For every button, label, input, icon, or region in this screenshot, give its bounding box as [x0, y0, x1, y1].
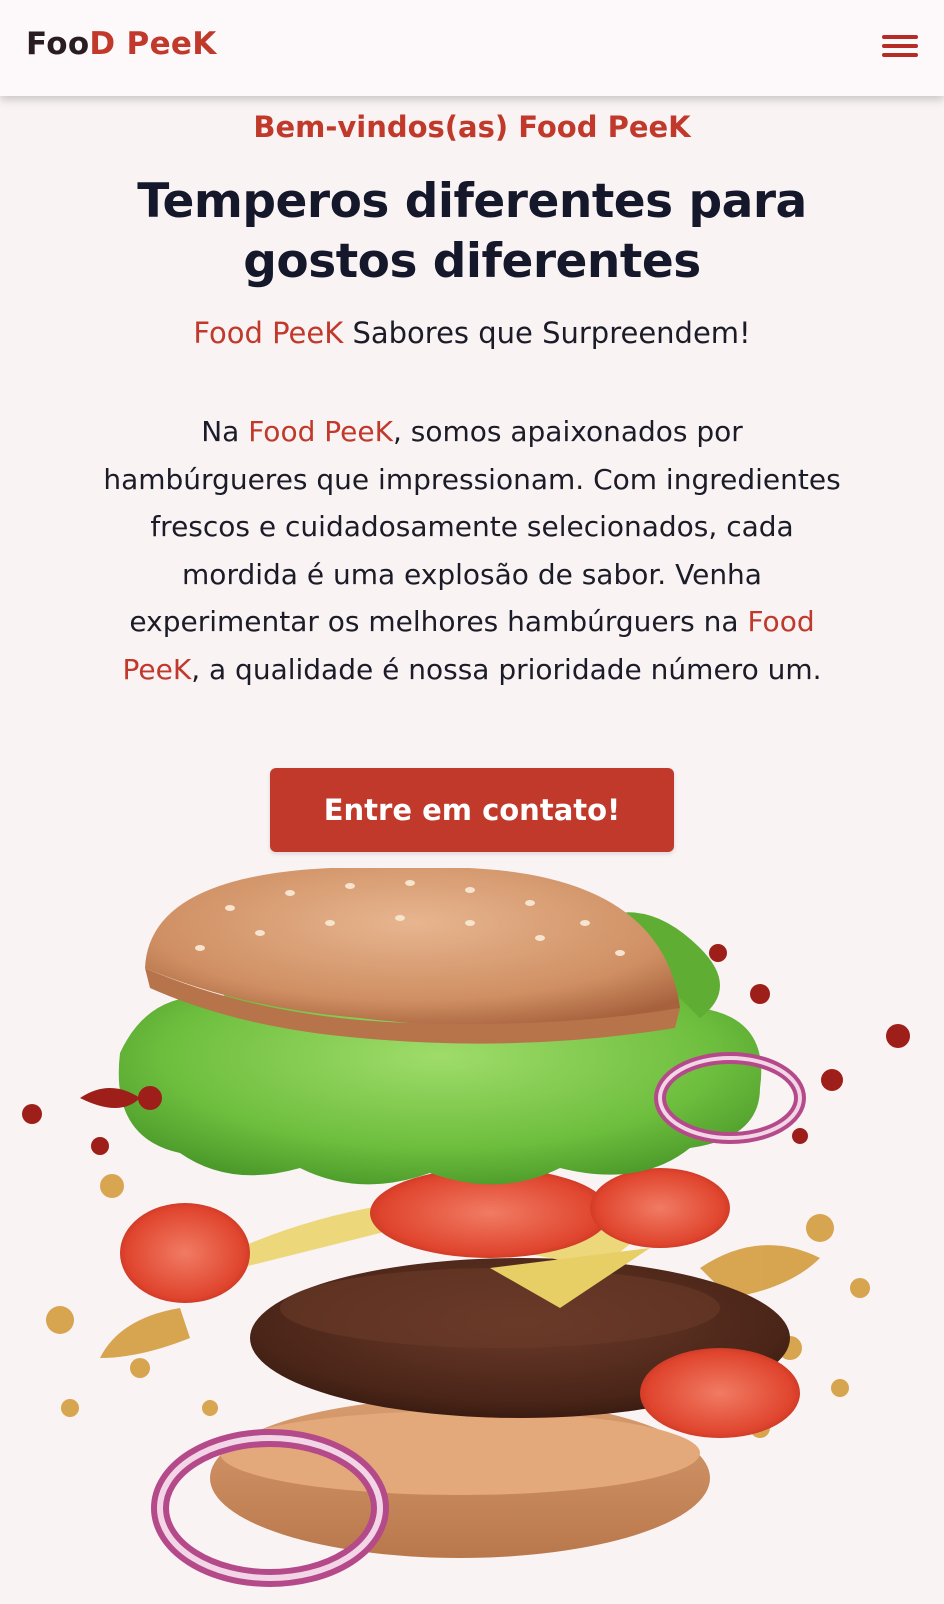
menu-line — [882, 44, 918, 48]
desc-text: Na — [201, 415, 249, 448]
hamburger-photo — [0, 867, 944, 1600]
desc-brand: Food PeeK — [248, 415, 393, 448]
top-header: FooD PeeK — [0, 0, 944, 96]
menu-line — [882, 53, 918, 57]
tagline-text: Sabores que Surpreendem! — [343, 316, 751, 350]
contact-button[interactable]: Entre em contato! — [270, 768, 674, 852]
hero-subtitle: Bem-vindos(as) Food PeeK — [253, 110, 691, 144]
hero-headline: Temperos diferentes para gostos diferent… — [137, 174, 807, 289]
logo-text-k: K — [192, 26, 217, 62]
brand-logo[interactable]: FooD PeeK — [26, 26, 217, 62]
hamburger-menu-icon[interactable] — [882, 30, 918, 62]
desc-text: , somos apaixonados por hambúrgueres que… — [103, 415, 841, 638]
logo-text-d: D — [89, 26, 116, 62]
desc-text: , a qualidade é nossa prioridade número … — [191, 652, 822, 686]
logo-text-pee: Pee — [115, 26, 193, 62]
hero-tagline: Food PeeK Sabores que Surpreendem! — [0, 316, 944, 350]
logo-text-foo: Foo — [26, 26, 90, 62]
menu-line — [882, 35, 918, 39]
tagline-brand: Food PeeK — [193, 316, 344, 350]
hero-description: Na Food PeeK, somos apaixonados por hamb… — [96, 408, 848, 693]
